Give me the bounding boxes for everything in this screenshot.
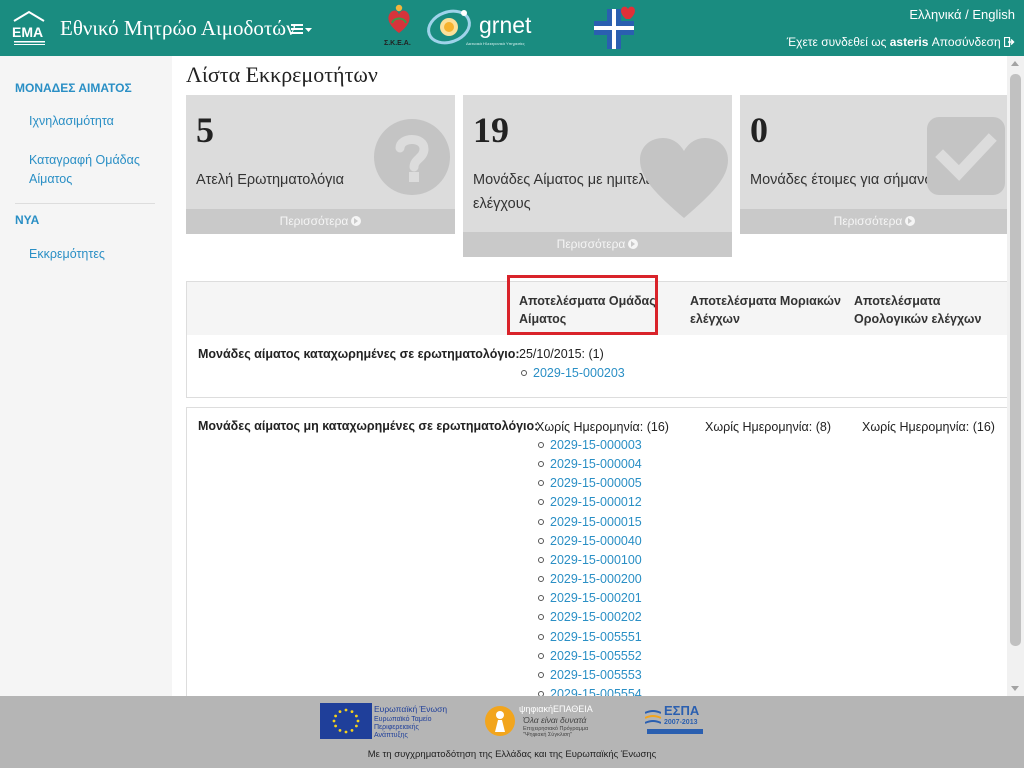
sidebar-item-blood-group-registration[interactable]: Καταγραφή Ομάδας Αίματος bbox=[29, 151, 140, 189]
user-status: Έχετε συνδεθεί ως asteris Αποσύνδεση bbox=[787, 35, 1015, 49]
sidebar-section-new: ΝΥΑ bbox=[15, 213, 40, 227]
digital-convergence-logo: ψηφιακήΕΠΑΘΕΙΑ Όλα είναι δυνατά Επιχειρη… bbox=[483, 703, 615, 738]
lang-greek-link[interactable]: Ελληνικά bbox=[909, 7, 961, 22]
scroll-thumb[interactable] bbox=[1010, 74, 1021, 646]
logout-link[interactable]: Αποσύνδεση bbox=[932, 35, 1015, 49]
group-serological: Χωρίς Ημερομηνία: (16) bbox=[862, 420, 995, 434]
bullet-icon bbox=[538, 614, 544, 621]
bullet-icon bbox=[538, 499, 544, 506]
pending-table-registered: Αποτελέσματα Ομάδας Αίματος Αποτελέσματα … bbox=[186, 275, 1009, 398]
main-content: Λίστα Εκκρεμοτήτων 5 Ατελή Ερωτηματολόγι… bbox=[172, 56, 1024, 696]
card-label: Μονάδες έτοιμες για σήμανση bbox=[750, 172, 942, 188]
bullet-icon bbox=[538, 576, 544, 583]
blood-unit-link[interactable]: 2029-15-000203 bbox=[521, 366, 625, 380]
kea-logo: Σ.Κ.Ε.Α. bbox=[384, 4, 411, 47]
svg-text:Σ.Κ.Ε.Α.: Σ.Κ.Ε.Α. bbox=[384, 40, 411, 47]
question-icon bbox=[374, 119, 450, 195]
bullet-icon bbox=[521, 370, 527, 376]
card-incomplete-tests: 19 Μονάδες Αίματος με ημιτελείς ελέγχους … bbox=[463, 95, 732, 257]
menu-toggle-icon[interactable] bbox=[290, 20, 314, 38]
blood-unit-link[interactable]: 2029-15-000003 bbox=[538, 438, 642, 452]
blood-unit-link[interactable]: 2029-15-005552 bbox=[538, 649, 642, 663]
group-molecular: Χωρίς Ημερομηνία: (8) bbox=[705, 420, 831, 434]
grnet-logo: grnet Δικτυακά Ηλεκτρονικά Υπηρεσίες bbox=[423, 3, 583, 53]
blood-unit-link[interactable]: 2029-15-000004 bbox=[538, 457, 642, 471]
card-incomplete-questionnaires: 5 Ατελή Ερωτηματολόγια Περισσότερα bbox=[186, 95, 455, 234]
sidebar: ΜΟΝΑΔΕΣ ΑΙΜΑΤΟΣ Ιχνηλασιμότητα Καταγραφή… bbox=[0, 56, 172, 696]
espa-bar bbox=[647, 729, 703, 734]
ema-logo[interactable]: ΕΜΑ bbox=[11, 9, 48, 47]
column-header-molecular: Αποτελέσματα Μοριακών ελέγχων bbox=[690, 294, 841, 326]
ministry-cross-logo bbox=[594, 6, 635, 49]
bullet-icon bbox=[538, 442, 544, 448]
card-count: 5 bbox=[196, 110, 214, 150]
bullet-icon bbox=[538, 518, 544, 525]
bullet-icon bbox=[538, 595, 544, 602]
blood-unit-link[interactable]: 2029-15-000015 bbox=[538, 515, 642, 529]
logout-icon bbox=[1003, 36, 1015, 48]
arrow-circle-icon bbox=[351, 216, 362, 226]
language-switcher: Ελληνικά / English bbox=[909, 7, 1015, 22]
top-navbar: ΕΜΑ Εθνικό Μητρώο Αιμοδοτών Σ.Κ.Ε.Α. grn… bbox=[0, 0, 1024, 56]
blood-unit-link[interactable]: 2029-15-000100 bbox=[538, 553, 642, 567]
more-link[interactable]: Περισσότερα bbox=[463, 232, 732, 257]
more-link[interactable]: Περισσότερα bbox=[186, 209, 455, 234]
bullet-icon bbox=[538, 652, 544, 659]
blood-unit-link[interactable]: 2029-15-000201 bbox=[538, 591, 642, 605]
app-title[interactable]: Εθνικό Μητρώο Αιμοδοτών bbox=[60, 16, 296, 41]
blood-unit-link[interactable]: 2029-15-000005 bbox=[538, 476, 642, 490]
espa-waves-icon bbox=[645, 710, 661, 724]
column-header-serological: Αποτελέσματα Ορολογικών ελέγχων bbox=[854, 294, 982, 326]
blood-unit-link[interactable]: 2029-15-000202 bbox=[538, 610, 642, 624]
sidebar-item-traceability[interactable]: Ιχνηλασιμότητα bbox=[29, 112, 114, 131]
scroll-down-arrow-icon[interactable] bbox=[1011, 686, 1019, 691]
scrollbar[interactable] bbox=[1007, 56, 1024, 696]
card-ready-for-labeling: 0 Μονάδες έτοιμες για σήμανση Περισσότερ… bbox=[740, 95, 1009, 234]
check-icon bbox=[927, 117, 1005, 195]
blood-unit-link[interactable]: 2029-15-000012 bbox=[538, 495, 642, 509]
arrow-circle-icon bbox=[628, 239, 639, 249]
bullet-icon bbox=[538, 633, 544, 640]
sidebar-divider bbox=[15, 203, 155, 204]
bullet-icon bbox=[538, 537, 544, 544]
row-label-registered: Μονάδες αίματος καταχωρημένες σε ερωτημα… bbox=[198, 347, 520, 361]
eu-flag-icon bbox=[320, 703, 372, 739]
heart-icon bbox=[640, 138, 728, 218]
group-blood-group: Χωρίς Ημερομηνία: (16) bbox=[536, 420, 669, 434]
sidebar-item-pending[interactable]: Εκκρεμότητες bbox=[29, 245, 105, 264]
row-label-unregistered: Μονάδες αίματος μη καταχωρημένες σε ερωτ… bbox=[198, 419, 539, 433]
blood-unit-link[interactable]: 2029-15-005551 bbox=[538, 630, 642, 644]
eu-logo: Ευρωπαϊκή Ένωση Ευρωπαϊκό Ταμείο Περιφερε… bbox=[320, 703, 452, 739]
pending-table-unregistered: Μονάδες αίματος μη καταχωρημένες σε ερωτ… bbox=[186, 407, 1009, 696]
more-link[interactable]: Περισσότερα bbox=[740, 209, 1009, 234]
lang-english-link[interactable]: English bbox=[972, 7, 1015, 22]
card-count: 19 bbox=[473, 110, 509, 150]
footer: Ευρωπαϊκή Ένωση Ευρωπαϊκό Ταμείο Περιφερε… bbox=[0, 696, 1024, 768]
blood-unit-link[interactable]: 2029-15-005554 bbox=[538, 687, 642, 696]
espa-logo: ΕΣΠΑ 2007-2013 bbox=[645, 703, 705, 737]
footer-caption: Με τη συγχρηματοδότηση της Ελλάδας και τ… bbox=[367, 749, 657, 760]
scroll-up-arrow-icon[interactable] bbox=[1011, 61, 1019, 66]
digital-convergence-icon bbox=[485, 706, 515, 736]
sidebar-section-blood-units: ΜΟΝΑΔΕΣ ΑΙΜΑΤΟΣ bbox=[15, 81, 132, 95]
card-label: Ατελή Ερωτηματολόγια bbox=[196, 172, 345, 188]
bullet-icon bbox=[538, 556, 544, 563]
date-group: 25/10/2015: (1) bbox=[519, 347, 604, 361]
blood-unit-link[interactable]: 2029-15-005553 bbox=[538, 668, 642, 682]
username: asteris bbox=[889, 35, 929, 49]
bullet-icon bbox=[538, 480, 544, 487]
svg-text:ΕΜΑ: ΕΜΑ bbox=[12, 24, 43, 40]
blood-unit-link[interactable]: 2029-15-000200 bbox=[538, 572, 642, 586]
arrow-circle-icon bbox=[905, 216, 916, 226]
blood-unit-link[interactable]: 2029-15-000040 bbox=[538, 534, 642, 548]
card-count: 0 bbox=[750, 110, 768, 150]
highlight-box bbox=[507, 275, 658, 335]
bullet-icon bbox=[538, 461, 544, 468]
bullet-icon bbox=[538, 671, 544, 678]
page-title: Λίστα Εκκρεμοτήτων bbox=[186, 62, 378, 87]
